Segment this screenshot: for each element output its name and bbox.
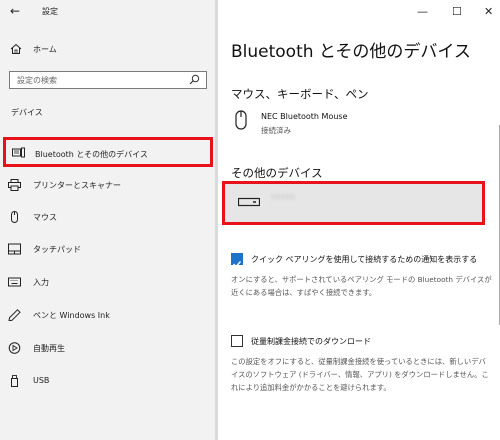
close-icon[interactable]: ✕: [484, 5, 493, 18]
title-bar: ← 設定: [0, 0, 218, 26]
sidebar-item-printers[interactable]: プリンターとスキャナー: [0, 174, 218, 196]
mouse-icon: [235, 110, 247, 130]
device-item-mouse[interactable]: NEC Bluetooth Mouse 接続済み: [231, 107, 481, 141]
home-nav-item[interactable]: ホーム: [0, 40, 218, 60]
device-item-other[interactable]: XXXXX: [222, 181, 485, 225]
metered-download-label: 従量制課金接続でのダウンロード: [251, 337, 371, 346]
pen-icon: [8, 309, 21, 321]
sidebar-item-label: マウス: [33, 213, 57, 222]
sidebar-item-bluetooth[interactable]: Bluetooth とその他のデバイス: [3, 137, 213, 167]
metered-download-checkbox[interactable]: [231, 335, 243, 347]
window-controls: — ☐ ✕: [380, 0, 500, 26]
sidebar-item-label: USB: [33, 376, 50, 385]
window-title: 設定: [42, 7, 58, 16]
device-status: 接続済み: [261, 126, 291, 135]
mouse-icon: [11, 211, 18, 223]
search-placeholder: 設定の検索: [17, 76, 57, 85]
sidebar-item-label: 入力: [33, 278, 49, 287]
page-title: Bluetooth とその他のデバイス: [231, 42, 471, 62]
section-label-devices: デバイス: [11, 108, 43, 117]
back-arrow-icon[interactable]: ←: [10, 4, 20, 18]
sidebar-item-label: Bluetooth とその他のデバイス: [35, 150, 148, 159]
main-panel: — ☐ ✕ Bluetooth とその他のデバイス マウス、キーボード、ペン N…: [218, 0, 500, 440]
storage-device-icon: [238, 197, 260, 207]
sidebar-item-touchpad[interactable]: タッチパッド: [0, 238, 218, 260]
sidebar-item-typing[interactable]: 入力: [0, 271, 218, 293]
sidebar-item-mouse[interactable]: マウス: [0, 206, 218, 228]
printer-icon: [8, 179, 21, 191]
sidebar-item-label: 自動再生: [33, 344, 65, 353]
swift-pair-checkbox[interactable]: [231, 253, 243, 268]
autoplay-icon: [8, 342, 21, 354]
sidebar-item-usb[interactable]: USB: [0, 370, 218, 392]
sidebar-item-label: ペンと Windows Ink: [33, 311, 110, 320]
swift-pair-label: クイック ペアリングを使用して接続するための通知を表示する: [251, 255, 478, 264]
keyboard-icon: [8, 277, 21, 287]
checkmark-icon: [233, 261, 242, 268]
swift-pair-description: オンにすると、サポートされているペアリング モードの Bluetooth デバイ…: [231, 275, 492, 297]
sidebar-item-pen[interactable]: ペンと Windows Ink: [0, 304, 218, 326]
sidebar-item-label: プリンターとスキャナー: [33, 181, 121, 190]
search-icon[interactable]: [189, 74, 200, 85]
minimize-icon[interactable]: —: [417, 5, 428, 18]
settings-window: ← 設定 ホーム 設定の検索 デバイス Bluetooth とその他のデバイス …: [0, 0, 500, 440]
maximize-icon[interactable]: ☐: [452, 5, 462, 18]
bluetooth-devices-icon: [12, 147, 25, 158]
sidebar-item-autoplay[interactable]: 自動再生: [0, 337, 218, 359]
device-name: NEC Bluetooth Mouse: [261, 112, 348, 121]
home-icon: [10, 43, 22, 54]
search-input[interactable]: 設定の検索: [9, 71, 207, 89]
sidebar: ← 設定 ホーム 設定の検索 デバイス Bluetooth とその他のデバイス …: [0, 0, 218, 440]
mouse-keyboard-pen-heading: マウス、キーボード、ペン: [231, 87, 369, 101]
metered-download-description: この設定をオフにすると、従量制課金接続を使っているときには、新しいデバイスのソフ…: [231, 357, 489, 392]
home-label: ホーム: [33, 45, 57, 54]
other-devices-heading: その他のデバイス: [231, 166, 323, 180]
touchpad-icon: [8, 243, 21, 255]
sidebar-item-label: タッチパッド: [33, 245, 81, 254]
device-name: XXXXX: [271, 193, 295, 201]
usb-icon: [11, 375, 18, 387]
